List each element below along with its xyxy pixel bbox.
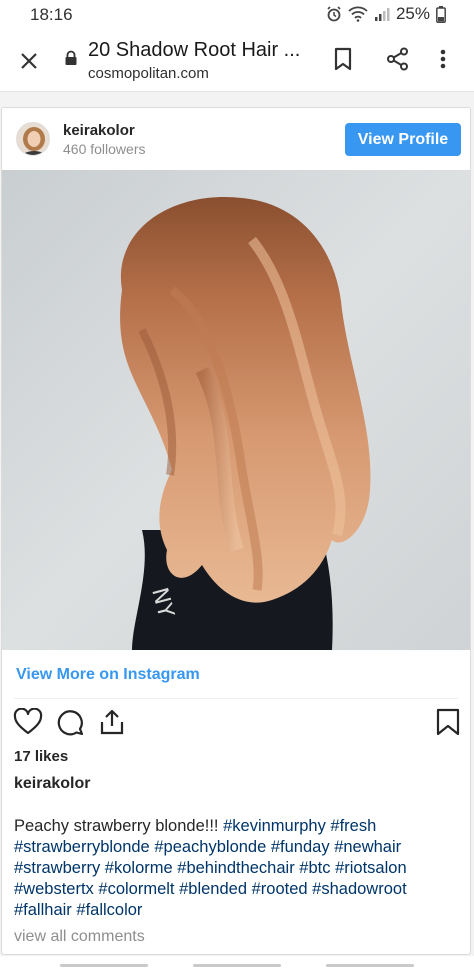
instagram-embed: keirakolor 460 followers View Profile NY… (1, 107, 471, 955)
comment-button[interactable] (56, 708, 84, 741)
post-photo[interactable]: NY (2, 170, 470, 650)
close-button[interactable] (16, 48, 42, 74)
caption-text: Peachy strawberry blonde!!! #kevinmurphy… (14, 816, 462, 921)
nav-pill-left (60, 964, 148, 967)
bookmark-button[interactable] (332, 47, 354, 76)
comment-icon (57, 710, 84, 736)
follower-count: 460 followers (63, 141, 146, 157)
heart-icon (13, 707, 43, 735)
hashtag-link[interactable]: #btc (299, 859, 330, 877)
hashtag-link[interactable]: #webstertx (14, 880, 94, 898)
upload-share-icon (100, 709, 124, 735)
view-more-link[interactable]: View More on Instagram (16, 666, 200, 684)
like-button[interactable] (13, 707, 43, 741)
like-count[interactable]: 17 likes (14, 748, 68, 765)
status-time: 18:16 (30, 5, 73, 24)
hashtag-link[interactable]: #rooted (252, 880, 308, 898)
share-icon (387, 47, 408, 71)
bookmark-icon (334, 47, 352, 71)
hashtag-link[interactable]: #riotsalon (335, 859, 407, 877)
hashtag-link[interactable]: #blended (179, 880, 247, 898)
battery-percent: 25% (395, 4, 430, 23)
battery-icon (436, 5, 446, 23)
close-icon (21, 53, 37, 69)
status-bar: 18:16 25% (0, 0, 474, 30)
signal-icon (374, 6, 390, 22)
share-button[interactable] (386, 47, 410, 76)
hashtag-link[interactable]: #strawberry (14, 859, 100, 877)
hashtag-link[interactable]: #fallcolor (76, 901, 142, 919)
avatar[interactable] (16, 122, 50, 156)
alarm-icon (326, 6, 342, 22)
hashtag-link[interactable]: #fresh (330, 817, 376, 835)
status-icons: 25% (326, 4, 446, 24)
lock-icon (64, 50, 78, 71)
hashtag-link[interactable]: #kolorme (105, 859, 173, 877)
hashtag-link[interactable]: #colormelt (98, 880, 174, 898)
share-post-button[interactable] (98, 708, 126, 741)
caption-body: Peachy strawberry blonde!!! (14, 817, 224, 835)
gesture-bar (0, 956, 474, 974)
page-title: 20 Shadow Root Hair ... (88, 39, 301, 61)
hashtag-link[interactable]: #shadowroot (312, 880, 406, 898)
custom-tab-toolbar: 20 Shadow Root Hair ... cosmopolitan.com (0, 30, 474, 92)
wifi-icon (348, 6, 368, 22)
hashtag-link[interactable]: #fallhair (14, 901, 72, 919)
hashtag-link[interactable]: #behindthechair (177, 859, 294, 877)
hashtag-link[interactable]: #strawberryblonde (14, 838, 150, 856)
page-domain: cosmopolitan.com (88, 65, 209, 82)
view-all-comments-link[interactable]: view all comments (14, 928, 145, 946)
save-post-button[interactable] (436, 708, 460, 741)
divider (14, 698, 458, 699)
more-options-button[interactable] (438, 47, 448, 76)
post-header: keirakolor 460 followers View Profile (2, 108, 470, 170)
hashtag-link[interactable]: #kevinmurphy (223, 817, 326, 835)
caption-username[interactable]: keirakolor (14, 775, 90, 793)
post-username[interactable]: keirakolor (63, 122, 135, 139)
nav-pill-right (326, 964, 414, 967)
view-profile-button[interactable]: View Profile (345, 123, 461, 156)
hashtag-link[interactable]: #newhair (334, 838, 401, 856)
more-vert-icon (440, 49, 446, 69)
hashtag-link[interactable]: #funday (271, 838, 330, 856)
bookmark-icon (436, 708, 460, 736)
nav-pill-center (193, 964, 281, 967)
hashtag-link[interactable]: #peachyblonde (154, 838, 266, 856)
post-actions (2, 706, 470, 742)
